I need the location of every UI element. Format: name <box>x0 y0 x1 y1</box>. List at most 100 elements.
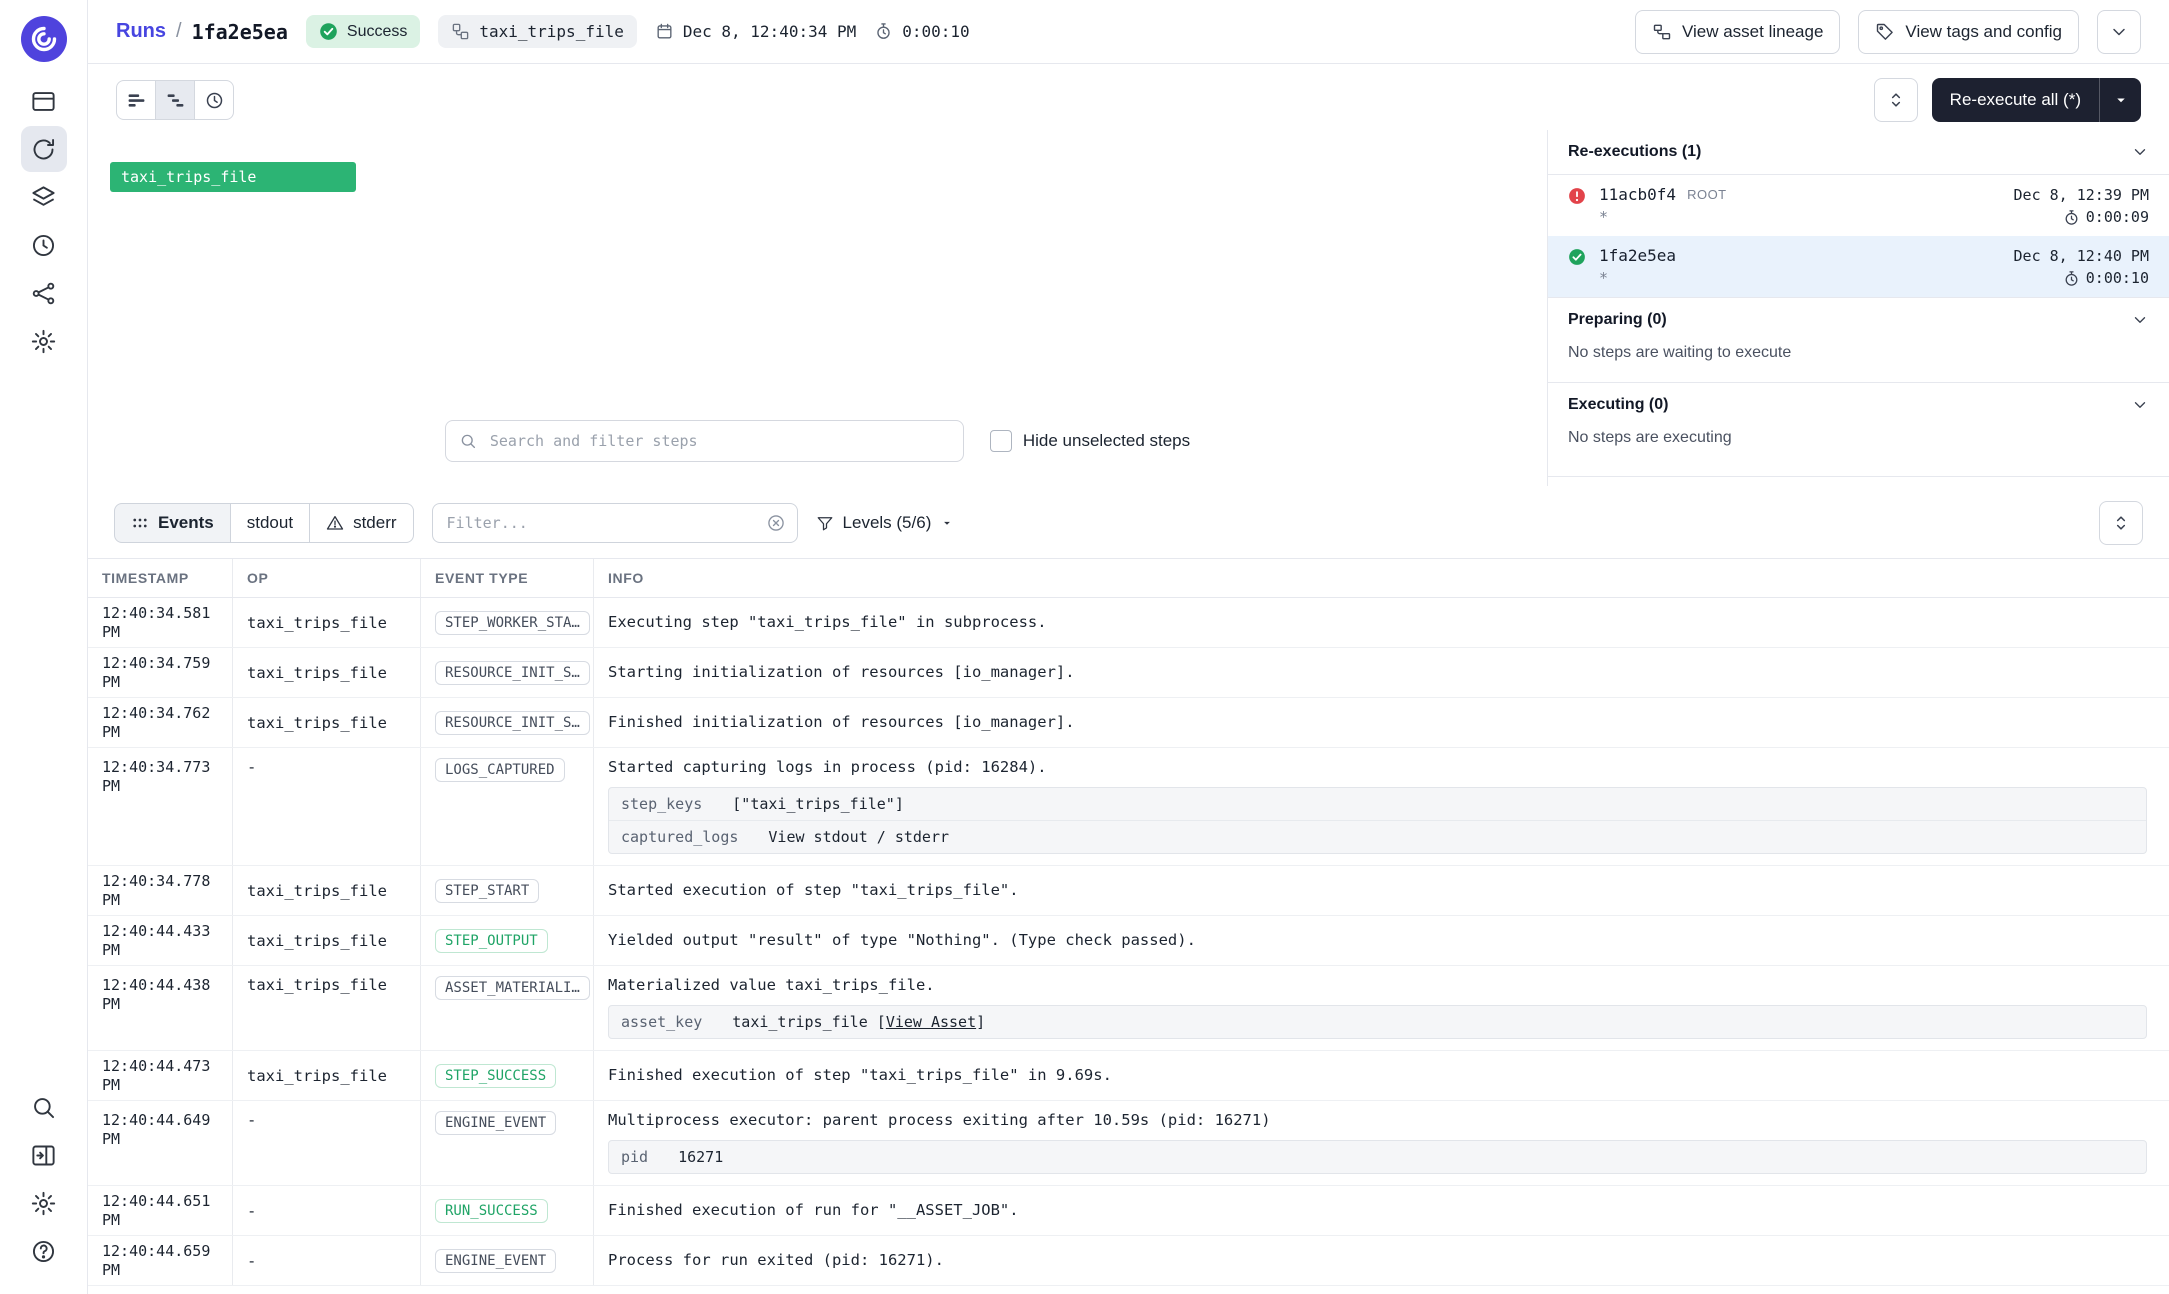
col-timestamp: TIMESTAMP <box>88 559 233 597</box>
view-asset-lineage-button[interactable]: View asset lineage <box>1635 10 1840 54</box>
stopwatch-icon <box>2063 209 2080 226</box>
log-row[interactable]: 12:40:44.433 PMtaxi_trips_fileSTEP_OUTPU… <box>88 916 2169 966</box>
tab-stderr-label: stderr <box>353 513 396 533</box>
sidebar-item-runs[interactable] <box>21 126 67 172</box>
event-type-chip: RUN_SUCCESS <box>435 1199 548 1223</box>
log-timestamp: 12:40:44.433 PM <box>88 916 233 965</box>
sidebar-item-help[interactable] <box>21 1228 67 1274</box>
sidebar-item-gear[interactable] <box>21 318 67 364</box>
lineage-icon <box>1652 22 1672 42</box>
logs-toolbar: Events stdout stderr Levels ( <box>88 486 2169 558</box>
sidebar-item-graph[interactable] <box>21 270 67 316</box>
log-row[interactable]: 12:40:44.651 PM-RUN_SUCCESSFinished exec… <box>88 1186 2169 1236</box>
gear-icon <box>30 328 57 355</box>
gantt-step-bar[interactable]: taxi_trips_file <box>110 162 356 192</box>
log-event-type-cell: RESOURCE_INIT_S… <box>421 648 594 697</box>
reexecution-run-row[interactable]: 1fa2e5eaDec 8, 12:40 PM*0:00:10 <box>1548 236 2169 297</box>
clear-filter-icon[interactable] <box>766 513 786 533</box>
job-tag-chip[interactable]: taxi_trips_file <box>438 15 637 48</box>
runs-link[interactable]: Runs <box>116 20 166 43</box>
log-row[interactable]: 12:40:44.473 PMtaxi_trips_fileSTEP_SUCCE… <box>88 1051 2169 1101</box>
event-type-chip: ENGINE_EVENT <box>435 1111 556 1135</box>
log-event-type-cell: STEP_OUTPUT <box>421 916 594 965</box>
tab-stderr[interactable]: stderr <box>309 503 413 543</box>
log-info: Starting initialization of resources [io… <box>594 648 2169 697</box>
unfold-icon <box>2111 513 2131 533</box>
success-check-icon <box>319 22 338 41</box>
panel-icon <box>30 1142 57 1169</box>
preparing-empty-text: No steps are waiting to execute <box>1548 342 2169 382</box>
metadata-row: step_keys["taxi_trips_file"] <box>609 788 2146 821</box>
view-tags-config-button[interactable]: View tags and config <box>1858 10 2079 54</box>
sidebar-item-panel[interactable] <box>21 1132 67 1178</box>
hide-unselected-checkbox[interactable] <box>990 430 1012 452</box>
metadata-row: captured_logsView stdout / stderr <box>609 821 2146 853</box>
tab-events[interactable]: Events <box>114 503 231 543</box>
search-icon <box>30 1094 57 1121</box>
metadata-value: View stdout / stderr <box>768 827 949 847</box>
gantt-toolbar: Re-execute all (*) <box>88 64 2169 130</box>
log-row[interactable]: 12:40:34.581 PMtaxi_trips_fileSTEP_WORKE… <box>88 598 2169 648</box>
run-duration: 0:00:10 <box>874 22 969 41</box>
log-row[interactable]: 12:40:44.438 PMtaxi_trips_fileASSET_MATE… <box>88 966 2169 1051</box>
executing-empty-text: No steps are executing <box>1548 427 2169 467</box>
breadcrumb-separator: / <box>176 20 182 43</box>
reexecution-run-row[interactable]: 11acb0f4ROOTDec 8, 12:39 PM*0:00:09 <box>1548 175 2169 236</box>
sidebar-item-window[interactable] <box>21 78 67 124</box>
flat-view-button[interactable] <box>116 80 156 120</box>
section-header-executing[interactable]: Executing (0) <box>1548 382 2169 427</box>
log-event-type-cell: LOGS_CAPTURED <box>421 748 594 865</box>
log-row[interactable]: 12:40:34.759 PMtaxi_trips_fileRESOURCE_I… <box>88 648 2169 698</box>
event-type-chip: STEP_WORKER_STA… <box>435 611 590 635</box>
event-type-chip: ASSET_MATERIALI… <box>435 976 590 1000</box>
expand-gantt-button[interactable] <box>1874 78 1918 122</box>
timed-view-button[interactable] <box>194 80 234 120</box>
section-header-reexecutions[interactable]: Re-executions (1) <box>1548 130 2169 175</box>
log-info-text: Multiprocess executor: parent process ex… <box>608 1110 2151 1131</box>
app-root: Runs / 1fa2e5ea Success taxi_trips_file … <box>0 0 2169 1294</box>
metadata-row: pid16271 <box>609 1141 2146 1173</box>
log-row[interactable]: 12:40:44.659 PM-ENGINE_EVENTProcess for … <box>88 1236 2169 1286</box>
event-type-chip: STEP_OUTPUT <box>435 929 548 953</box>
sidebar-item-gear[interactable] <box>21 1180 67 1226</box>
log-filter <box>432 503 798 543</box>
log-op: - <box>233 1236 421 1285</box>
log-op: - <box>233 1101 421 1185</box>
sidebar-item-search[interactable] <box>21 1084 67 1130</box>
metadata-link[interactable]: View Asset <box>886 1013 976 1031</box>
log-row[interactable]: 12:40:34.773 PM-LOGS_CAPTUREDStarted cap… <box>88 748 2169 866</box>
tab-stdout[interactable]: stdout <box>230 503 310 543</box>
hide-unselected-label: Hide unselected steps <box>1023 431 1190 451</box>
expand-logs-button[interactable] <box>2099 501 2143 545</box>
sidebar-item-layers[interactable] <box>21 174 67 220</box>
section-header-errored[interactable]: Errored (0) <box>1548 477 2169 486</box>
log-op: taxi_trips_file <box>233 866 421 915</box>
run-root-tag: ROOT <box>1687 187 1727 202</box>
layers-icon <box>30 184 57 211</box>
log-filter-input[interactable] <box>432 503 798 543</box>
reexecution-list: 11acb0f4ROOTDec 8, 12:39 PM*0:00:091fa2e… <box>1548 175 2169 297</box>
log-row[interactable]: 12:40:34.778 PMtaxi_trips_fileSTEP_START… <box>88 866 2169 916</box>
sidebar-item-clock[interactable] <box>21 222 67 268</box>
gantt-chart[interactable]: taxi_trips_file Hide unselected steps <box>88 130 1547 486</box>
run-duration: 0:00:09 <box>2063 208 2149 226</box>
waterfall-view-button[interactable] <box>155 80 195 120</box>
log-info-text: Started execution of step "taxi_trips_fi… <box>608 880 1019 901</box>
reexecute-all-button[interactable]: Re-execute all (*) <box>1932 78 2099 122</box>
log-row[interactable]: 12:40:44.649 PM-ENGINE_EVENTMultiprocess… <box>88 1101 2169 1186</box>
tab-stdout-label: stdout <box>247 513 293 533</box>
metadata-link[interactable]: View stdout / stderr <box>768 828 949 846</box>
header-more-button[interactable] <box>2097 10 2141 54</box>
reexecute-options-button[interactable] <box>2099 78 2141 122</box>
col-event-type: EVENT TYPE <box>421 559 594 597</box>
window-icon <box>30 88 57 115</box>
dagster-logo[interactable] <box>21 16 67 62</box>
section-header-preparing[interactable]: Preparing (0) <box>1548 297 2169 342</box>
run-id[interactable]: 11acb0f4 <box>1599 185 1676 204</box>
step-search-input[interactable] <box>445 420 964 462</box>
hide-unselected-toggle[interactable]: Hide unselected steps <box>990 430 1190 452</box>
levels-dropdown[interactable]: Levels (5/6) <box>816 513 955 533</box>
run-id[interactable]: 1fa2e5ea <box>1599 246 1676 265</box>
log-row[interactable]: 12:40:34.762 PMtaxi_trips_fileRESOURCE_I… <box>88 698 2169 748</box>
log-event-type-cell: STEP_SUCCESS <box>421 1051 594 1100</box>
